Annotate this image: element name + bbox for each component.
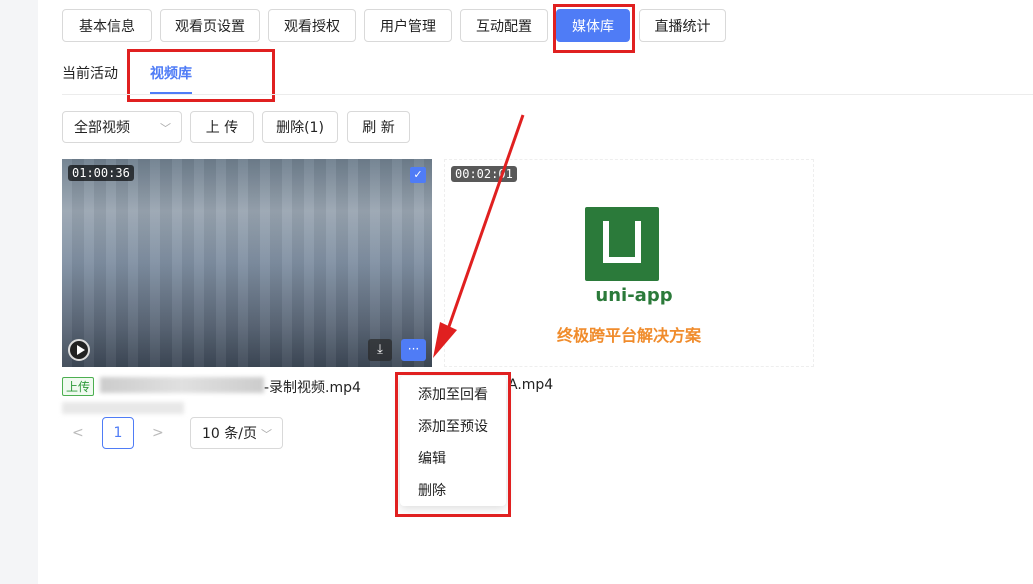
upload-badge: 上传 xyxy=(62,377,95,396)
logo-slogan: 终极跨平台解决方案 xyxy=(556,326,701,345)
video-duration: 01:00:36 xyxy=(68,165,134,181)
tab-interaction-config[interactable]: 互动配置 xyxy=(460,9,548,42)
left-sidebar-strip xyxy=(0,0,38,584)
chevron-left-icon[interactable]: < xyxy=(72,425,84,441)
menu-edit[interactable]: 编辑 xyxy=(418,448,446,468)
menu-delete[interactable]: 删除 xyxy=(418,480,446,500)
refresh-button[interactable]: 刷 新 xyxy=(347,111,410,143)
uni-app-logo xyxy=(585,207,659,281)
video-filter-select[interactable]: 全部视频 ﹀ xyxy=(62,111,182,143)
video-card-1[interactable]: 01:00:36 ✓ ⤓ ··· xyxy=(62,159,432,367)
chevron-down-icon: ﹀ xyxy=(261,428,272,441)
filter-value: 全部视频 xyxy=(74,120,130,136)
video-thumbnail xyxy=(62,159,432,367)
video-2-filename: A.mp4 xyxy=(508,377,554,393)
video-duration: 00:02:01 xyxy=(451,166,517,182)
checkbox-checked-icon[interactable]: ✓ xyxy=(410,167,426,183)
menu-add-to-replay[interactable]: 添加至回看 xyxy=(418,384,488,404)
blurred-date xyxy=(62,402,184,414)
subtab-current-activity[interactable]: 当前活动 xyxy=(62,63,118,83)
tab-user-management[interactable]: 用户管理 xyxy=(364,9,452,42)
video-card-2[interactable]: 00:02:01 uni-app 终极跨平台解决方案 xyxy=(444,159,814,367)
upload-button[interactable]: 上 传 xyxy=(190,111,254,143)
chevron-down-icon: ﹀ xyxy=(160,122,171,135)
more-options-icon[interactable]: ··· xyxy=(401,339,426,361)
blurred-filename xyxy=(100,377,264,393)
menu-add-to-preset[interactable]: 添加至预设 xyxy=(418,416,488,436)
logo-text: uni-app xyxy=(595,285,673,306)
page-number[interactable]: 1 xyxy=(102,417,134,449)
delete-button[interactable]: 删除(1) xyxy=(262,111,338,143)
video-1-filename: -录制视频.mp4 xyxy=(264,380,361,396)
subtab-video-library[interactable]: 视频库 xyxy=(150,63,192,83)
tab-watch-authorization[interactable]: 观看授权 xyxy=(268,9,356,42)
chevron-right-icon[interactable]: > xyxy=(152,425,164,441)
tab-watch-page-settings[interactable]: 观看页设置 xyxy=(160,9,260,42)
page-size-value: 10 条/页 xyxy=(202,426,257,442)
tab-media-library[interactable]: 媒体库 xyxy=(556,9,630,42)
tab-basic-info[interactable]: 基本信息 xyxy=(62,9,152,42)
divider xyxy=(62,94,1033,95)
play-icon[interactable] xyxy=(68,339,90,361)
page-size-select[interactable]: 10 条/页 ﹀ xyxy=(190,417,283,449)
tab-live-stats[interactable]: 直播统计 xyxy=(639,9,726,42)
context-menu: 添加至回看 添加至预设 编辑 删除 xyxy=(400,376,506,506)
download-icon[interactable]: ⤓ xyxy=(368,339,392,361)
